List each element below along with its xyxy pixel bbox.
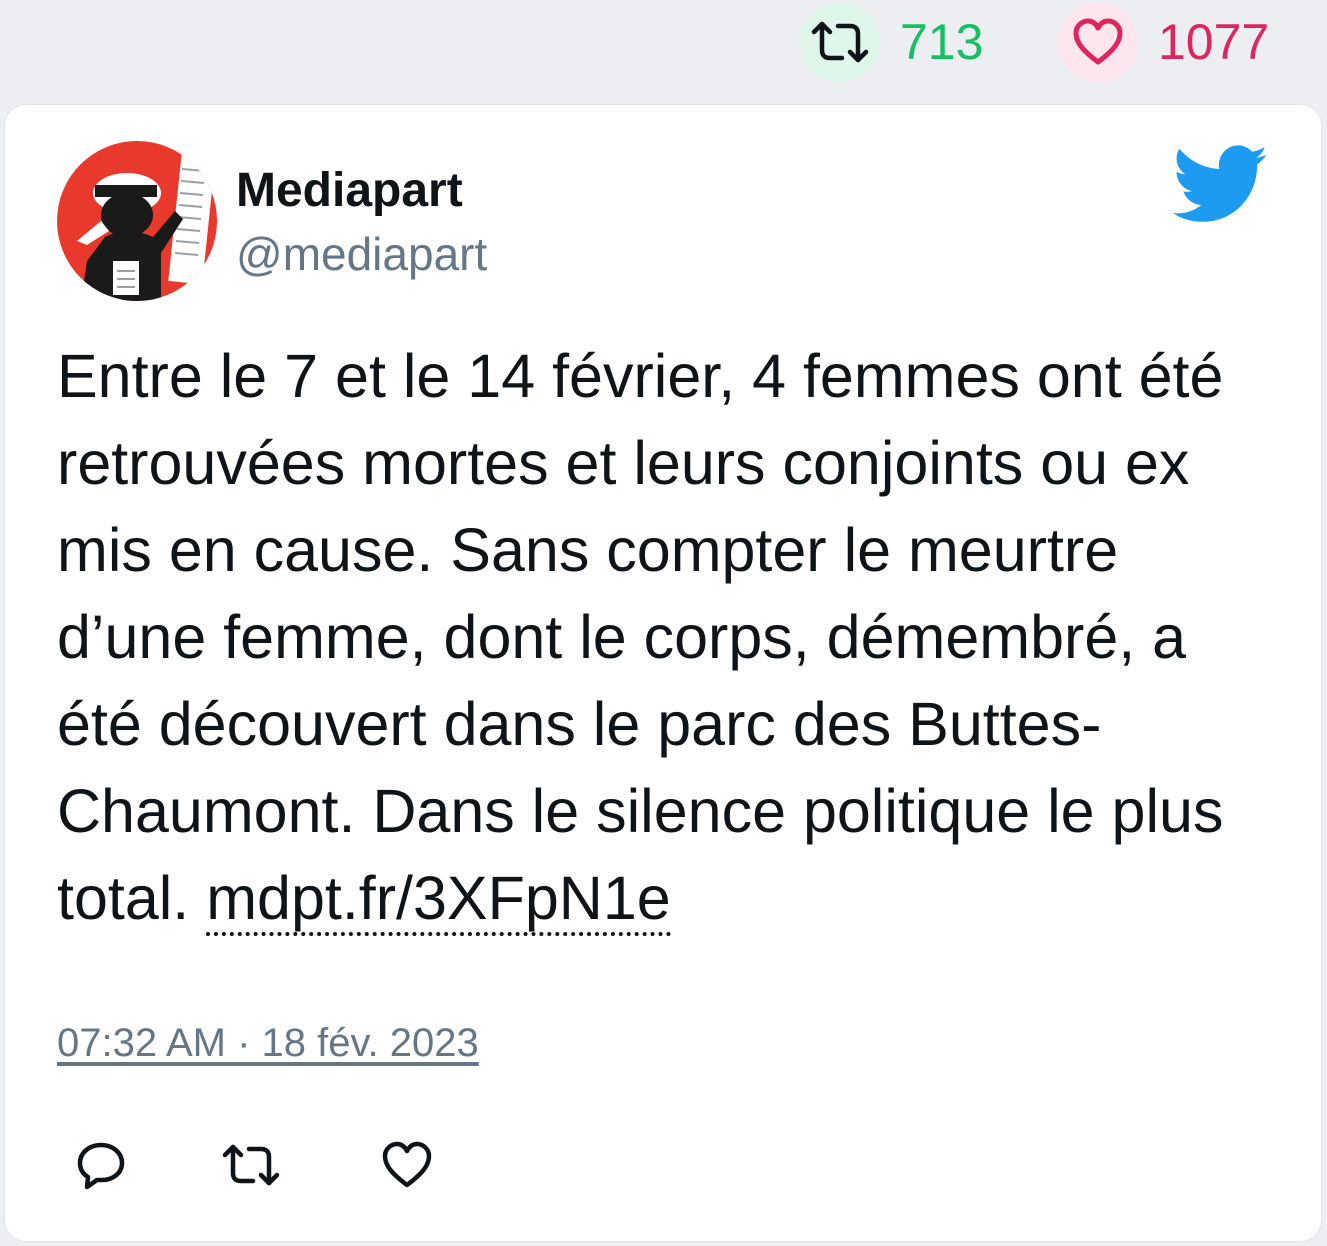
tweet-text: Entre le 7 et le 14 février, 4 femmes on…: [57, 333, 1277, 942]
engagement-stats-bar: 713 1077: [0, 0, 1327, 100]
like-count: 1077: [1158, 14, 1270, 70]
tweet-card: Mediapart @mediapart Entre le 7 et le 14…: [4, 104, 1322, 1242]
avatar[interactable]: [57, 141, 217, 301]
tweet-link[interactable]: mdpt.fr/3XFpN1e: [206, 864, 671, 936]
display-name[interactable]: Mediapart: [236, 164, 463, 218]
retweet-icon[interactable]: [221, 1135, 281, 1195]
heart-icon[interactable]: [377, 1135, 437, 1195]
retweet-stat[interactable]: 713: [800, 2, 983, 82]
tweet-body: Entre le 7 et le 14 février, 4 femmes on…: [57, 342, 1224, 932]
tweet-timestamp[interactable]: 07:32 AM · 18 fév. 2023: [57, 1021, 479, 1066]
user-handle[interactable]: @mediapart: [236, 229, 487, 280]
reply-icon[interactable]: [71, 1135, 131, 1195]
retweet-icon[interactable]: [800, 2, 880, 82]
retweet-count: 713: [900, 14, 984, 70]
heart-icon[interactable]: [1058, 2, 1138, 82]
like-stat[interactable]: 1077: [1058, 2, 1269, 82]
twitter-bird-icon[interactable]: [1172, 145, 1269, 225]
